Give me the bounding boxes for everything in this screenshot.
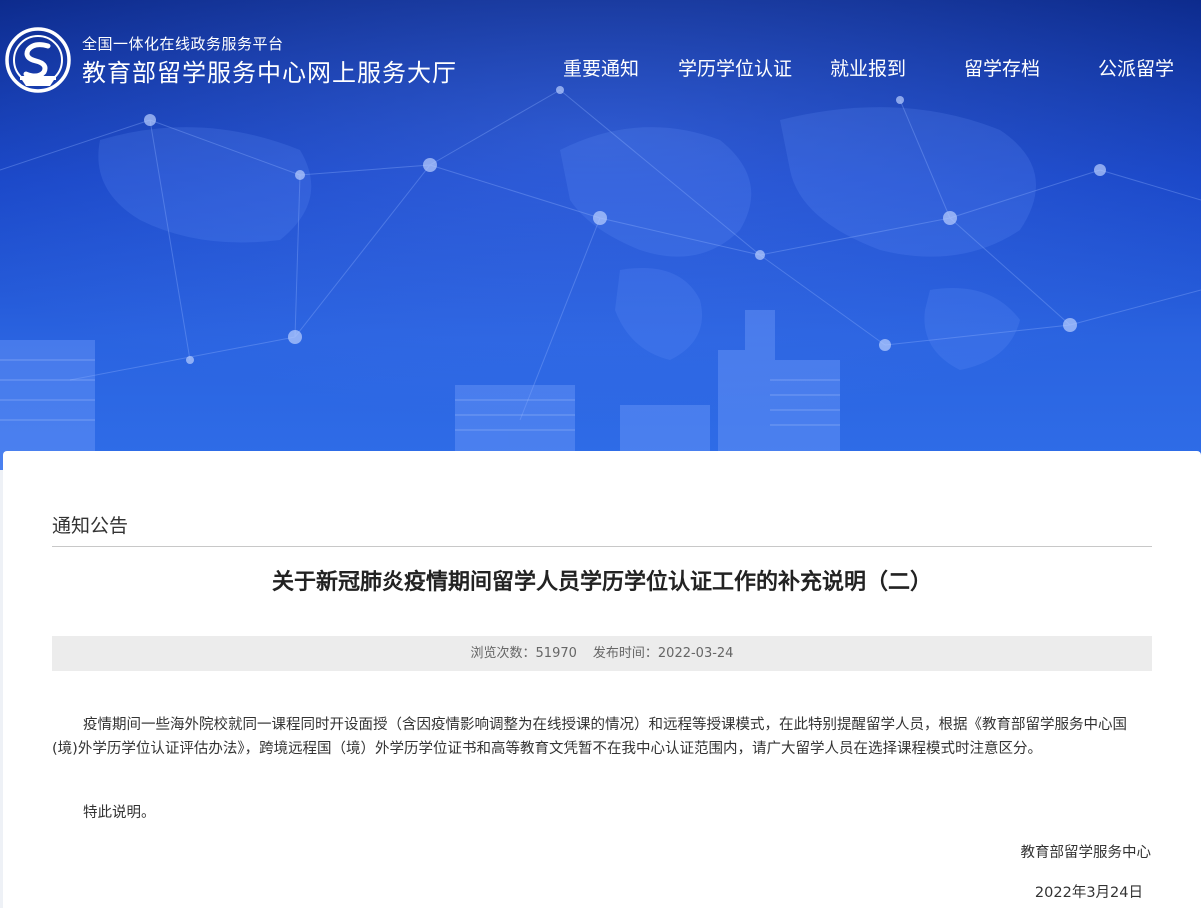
site-title: 教育部留学服务中心网上服务大厅 [82, 59, 457, 87]
signature-organization: 教育部留学服务中心 [1020, 845, 1152, 861]
nav-government-sponsored-study[interactable]: 公派留学 [1098, 56, 1174, 82]
nav-employment-registration[interactable]: 就业报到 [830, 56, 906, 82]
views-count: 51970 [535, 646, 577, 661]
site-brand[interactable]: 全国一体化在线政务服务平台 教育部留学服务中心网上服务大厅 [4, 26, 457, 94]
nav-study-abroad-archive[interactable]: 留学存档 [964, 56, 1040, 82]
hero-banner: 全国一体化在线政务服务平台 教育部留学服务中心网上服务大厅 重要通知 学历学位认… [0, 0, 1201, 470]
ministry-emblem-icon [5, 27, 71, 93]
views-label: 浏览次数： [470, 646, 536, 661]
publish-date-label: 发布时间： [592, 646, 658, 661]
section-divider [52, 546, 1152, 547]
article-card: 通知公告 关于新冠肺炎疫情期间留学人员学历学位认证工作的补充说明（二） 浏览次数… [3, 451, 1201, 908]
article-title: 关于新冠肺炎疫情期间留学人员学历学位认证工作的补充说明（二） [271, 570, 932, 595]
article-paragraph: 特此说明。 [83, 805, 156, 821]
signature-date: 2022年3月24日 [1034, 885, 1143, 901]
platform-subtitle: 全国一体化在线政务服务平台 [82, 35, 284, 53]
article-meta: 浏览次数：51970 发布时间：2022-03-24 [52, 636, 1152, 671]
nav-important-notice[interactable]: 重要通知 [563, 56, 639, 82]
nav-degree-certification[interactable]: 学历学位认证 [678, 56, 792, 82]
section-title: 通知公告 [52, 515, 129, 537]
publish-date: 2022-03-24 [657, 646, 734, 661]
article-paragraph: 疫情期间一些海外院校就同一课程同时开设面授（含因疫情影响调整为在线授课的情况）和… [52, 717, 1127, 757]
